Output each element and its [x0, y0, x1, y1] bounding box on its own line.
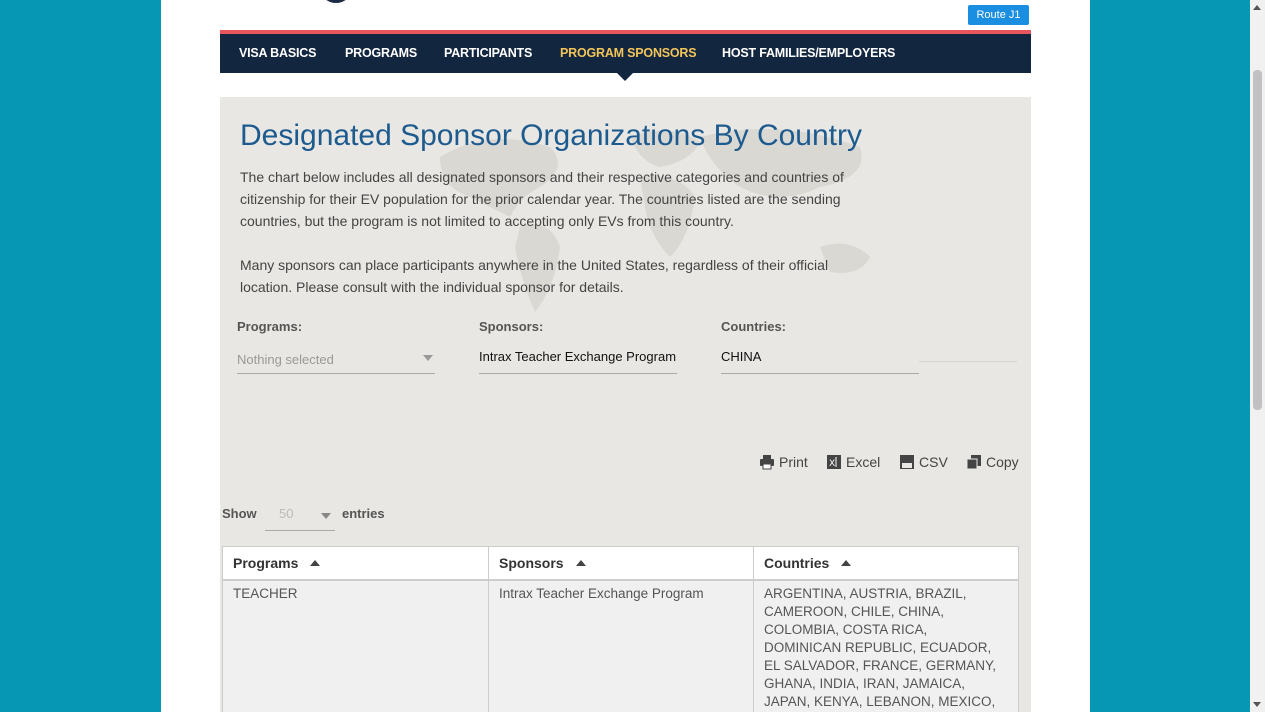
- excel-button[interactable]: X Excel: [826, 452, 880, 472]
- entries-label: entries: [342, 506, 385, 521]
- programs-filter-label: Programs:: [237, 319, 303, 334]
- scrollbar-thumb[interactable]: [1253, 70, 1262, 410]
- scroll-up-arrow-icon[interactable]: [1253, 5, 1261, 10]
- column-header-programs[interactable]: Programs: [223, 547, 489, 579]
- table-header: Programs Sponsors Countries: [223, 547, 1018, 581]
- copy-icon: [966, 455, 981, 470]
- entries-per-page-select[interactable]: 50: [265, 501, 335, 531]
- column-header-sponsors[interactable]: Sponsors: [489, 547, 754, 579]
- sponsors-input[interactable]: Intrax Teacher Exchange Program: [479, 345, 677, 374]
- sponsors-table: Programs Sponsors Countries TEACHER Intr…: [222, 546, 1019, 712]
- excel-label: Excel: [846, 454, 881, 470]
- csv-label: CSV: [919, 454, 948, 470]
- sponsor-search-panel: Designated Sponsor Organizations By Coun…: [220, 97, 1031, 712]
- table-row: TEACHER Intrax Teacher Exchange Program …: [223, 581, 1018, 712]
- csv-file-icon: [900, 455, 914, 469]
- program-cell: TEACHER: [223, 581, 489, 712]
- copy-button[interactable]: Copy: [966, 452, 1019, 472]
- chevron-down-icon: [423, 355, 433, 361]
- scroll-down-arrow-icon[interactable]: [1253, 702, 1261, 707]
- excel-icon: X: [827, 455, 841, 469]
- sponsor-cell: Intrax Teacher Exchange Program: [489, 581, 754, 712]
- sponsors-filter-label: Sponsors:: [479, 319, 544, 334]
- countries-filter-label: Countries:: [721, 319, 786, 334]
- site-logo[interactable]: [319, 0, 353, 3]
- intro-paragraph: The chart below includes all designated …: [240, 169, 844, 229]
- nav-program-sponsors[interactable]: PROGRAM SPONSORS: [560, 34, 697, 73]
- column-header-label: Countries: [764, 555, 830, 571]
- csv-button[interactable]: CSV: [899, 452, 948, 472]
- chevron-down-icon: [321, 513, 331, 519]
- print-button[interactable]: Print: [759, 452, 808, 472]
- nav-host-families-employers[interactable]: HOST FAMILIES/EMPLOYERS: [722, 34, 895, 73]
- countries-cell: ARGENTINA, AUSTRIA, BRAZIL, CAMEROON, CH…: [764, 586, 997, 709]
- print-label: Print: [779, 454, 808, 470]
- active-nav-indicator: [617, 73, 633, 81]
- main-nav: VISA BASICS PROGRAMS PARTICIPANTS PROGRA…: [220, 30, 1031, 81]
- copy-label: Copy: [986, 454, 1019, 470]
- entries-select-value: 50: [279, 506, 294, 521]
- sort-ascending-icon: [841, 560, 852, 566]
- svg-text:X: X: [829, 459, 835, 469]
- column-header-label: Programs: [233, 555, 299, 571]
- sort-ascending-icon: [575, 560, 586, 566]
- location-note: Many sponsors can place participants any…: [240, 257, 829, 295]
- printer-icon: [760, 455, 774, 470]
- programs-select-value: Nothing selected: [237, 352, 334, 367]
- show-label: Show: [222, 506, 257, 521]
- route-j1-button[interactable]: Route J1: [968, 5, 1029, 25]
- nav-visa-basics[interactable]: VISA BASICS: [239, 34, 316, 73]
- page-title: Designated Sponsor Organizations By Coun…: [240, 119, 863, 152]
- sort-ascending-icon: [310, 560, 321, 566]
- programs-select[interactable]: Nothing selected: [237, 345, 435, 374]
- page-container: Route J1 VISA BASICS PROGRAMS PARTICIPAN…: [161, 0, 1090, 712]
- nav-programs[interactable]: PROGRAMS: [345, 34, 417, 73]
- column-header-label: Sponsors: [499, 555, 564, 571]
- column-header-countries[interactable]: Countries: [754, 547, 1018, 579]
- sponsors-input-value: Intrax Teacher Exchange Program: [479, 349, 677, 364]
- countries-input-value: CHINA: [721, 349, 762, 364]
- page-scrollbar[interactable]: [1250, 0, 1265, 712]
- countries-input[interactable]: CHINA: [721, 345, 919, 374]
- nav-participants[interactable]: PARTICIPANTS: [444, 34, 532, 73]
- divider: [919, 361, 1017, 362]
